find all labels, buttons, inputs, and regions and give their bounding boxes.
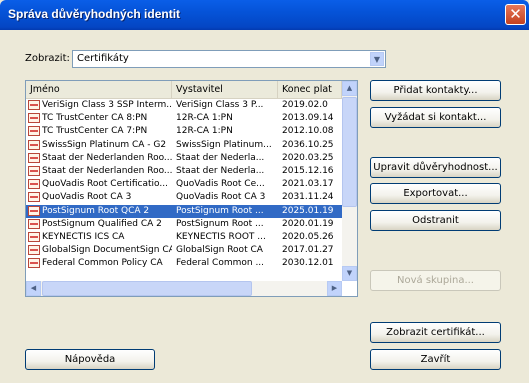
- certificate-icon: [28, 152, 40, 163]
- table-row[interactable]: TC TrustCenter CA 7:PN 12R-CA 1:PN 2012.10…: [26, 125, 342, 138]
- row-issuer: PostSignum Root ...: [176, 205, 264, 216]
- row-name: QuoVadis Root Certificatio...: [42, 179, 168, 190]
- table-row[interactable]: SwissSign Platinum CA - G2 SwissSign Plat…: [26, 139, 342, 152]
- row-name: SwissSign Platinum CA - G2: [42, 139, 167, 150]
- table-row[interactable]: QuoVadis Root CA 3 QuoVadis Root CA 3 2031…: [26, 191, 342, 204]
- horizontal-scroll-thumb[interactable]: [42, 281, 252, 296]
- row-issuer: KEYNECTIS ROOT ...: [176, 232, 266, 242]
- row-name: PostSignum Root QCA 2: [42, 205, 150, 216]
- certificate-icon: [28, 205, 40, 216]
- chevron-down-icon[interactable]: ▼: [370, 52, 384, 66]
- horizontal-scrollbar[interactable]: ◀ ▶: [26, 281, 342, 296]
- certificate-icon: [28, 179, 40, 190]
- row-issuer: VeriSign Class 3 P...: [176, 100, 264, 110]
- certificate-icon: [28, 192, 40, 203]
- row-expires: 2019.02.0: [282, 100, 328, 110]
- show-certificate-button[interactable]: Zobrazit certifikát...: [370, 322, 501, 343]
- row-name: QuoVadis Root CA 3: [42, 192, 132, 203]
- export-button[interactable]: Exportovat...: [370, 183, 501, 204]
- row-expires: 2020.03.25: [282, 152, 334, 163]
- vertical-scroll-thumb[interactable]: [342, 97, 357, 207]
- request-contact-button[interactable]: Vyžádat si kontakt...: [370, 107, 501, 128]
- close-window-button[interactable]: ✕: [505, 4, 526, 25]
- row-expires: 2025.01.19: [282, 205, 334, 216]
- table-row[interactable]: Staat der Nederlanden Roo... Staat der Ne…: [26, 152, 342, 165]
- certificate-icon: [28, 258, 40, 269]
- row-expires: 2017.01.27: [282, 245, 334, 256]
- row-name: Staat der Nederlanden Roo...: [42, 152, 172, 163]
- row-expires: 2020.01.19: [282, 218, 334, 229]
- row-issuer: SwissSign Platinum...: [176, 139, 272, 150]
- filter-label: Zobrazit:: [25, 53, 70, 64]
- column-header-expiry[interactable]: Konec plat: [278, 81, 342, 98]
- row-name: PostSignum Qualified CA 2: [42, 218, 162, 229]
- title-bar[interactable]: Správa důvěryhodných identit ✕: [0, 0, 529, 30]
- row-expires: 2021.03.17: [282, 179, 334, 190]
- close-button[interactable]: Zavřít: [370, 349, 501, 370]
- certificate-icon: [28, 139, 40, 150]
- certificate-icon: [28, 218, 40, 229]
- table-row[interactable]: QuoVadis Root Certificatio... QuoVadis Ro…: [26, 178, 342, 191]
- row-expires: 2012.10.08: [282, 126, 334, 137]
- table-row[interactable]: Staat der Nederlanden Roo... Staat der Ne…: [26, 165, 342, 178]
- table-row[interactable]: KEYNECTIS ICS CA KEYNECTIS ROOT ... 2020.0…: [26, 231, 342, 244]
- scroll-right-icon[interactable]: ▶: [327, 281, 342, 296]
- add-contacts-button[interactable]: Přidat kontakty...: [370, 80, 501, 101]
- row-expires: 2031.11.24: [282, 192, 334, 203]
- row-name: Staat der Nederlanden Roo...: [42, 166, 172, 176]
- table-row[interactable]: PostSignum Qualified CA 2 PostSignum Root…: [26, 218, 342, 231]
- edit-trust-button[interactable]: Upravit důvěryhodnost...: [370, 157, 501, 178]
- row-issuer: QuoVadis Root Ce...: [176, 179, 265, 190]
- certificate-icon: [28, 100, 40, 110]
- certificate-icon: [28, 245, 40, 256]
- row-name: TC TrustCenter CA 8:PN: [42, 113, 148, 124]
- scroll-up-icon[interactable]: ▲: [342, 81, 357, 96]
- row-name: Federal Common Policy CA: [42, 258, 163, 269]
- certificate-icon: [28, 166, 40, 176]
- filter-value: Certifikáty: [77, 53, 129, 64]
- row-issuer: QuoVadis Root CA 3: [176, 192, 266, 203]
- row-name: VeriSign Class 3 SSP Interm...: [42, 100, 172, 110]
- row-issuer: 12R-CA 1:PN: [176, 126, 233, 137]
- column-header-issuer[interactable]: Vystavitel: [172, 81, 278, 98]
- row-expires: 2036.10.25: [282, 139, 334, 150]
- trusted-identities-dialog: Správa důvěryhodných identit ✕ Zobrazit:…: [0, 0, 529, 383]
- window-title: Správa důvěryhodných identit: [8, 7, 181, 21]
- row-expires: 2015.12.16: [282, 166, 334, 176]
- table-row[interactable]: GlobalSign DocumentSign CA GlobalSign Roo…: [26, 244, 342, 257]
- row-name: GlobalSign DocumentSign CA: [42, 245, 172, 256]
- scroll-left-icon[interactable]: ◀: [26, 281, 41, 296]
- column-header-name[interactable]: Jméno: [26, 81, 172, 98]
- row-expires: 2013.09.14: [282, 113, 334, 124]
- certificate-icon: [28, 126, 40, 137]
- vertical-scrollbar[interactable]: ▲ ▼: [342, 81, 357, 281]
- row-issuer: GlobalSign Root CA: [176, 245, 263, 256]
- row-expires: 2030.12.01: [282, 258, 334, 269]
- help-button[interactable]: Nápověda: [25, 349, 155, 370]
- row-issuer: Federal Common ...: [176, 258, 265, 269]
- certificate-icon: [28, 232, 40, 242]
- row-expires: 2020.05.26: [282, 232, 334, 242]
- table-row[interactable]: Federal Common Policy CA Federal Common .…: [26, 257, 342, 270]
- table-row[interactable]: VeriSign Class 3 SSP Interm... VeriSign C…: [26, 99, 342, 112]
- row-issuer: 12R-CA 1:PN: [176, 113, 233, 124]
- certificate-list[interactable]: Jméno Vystavitel Konec plat VeriSign Cla…: [25, 80, 358, 297]
- list-header: Jméno Vystavitel Konec plat: [26, 81, 357, 99]
- certificate-icon: [28, 113, 40, 124]
- table-row[interactable]: PostSignum Root QCA 2 PostSignum Root ...…: [26, 204, 342, 218]
- scroll-down-icon[interactable]: ▼: [342, 266, 357, 281]
- remove-button[interactable]: Odstranit: [370, 210, 501, 231]
- row-issuer: PostSignum Root ...: [176, 218, 264, 229]
- row-issuer: Staat der Nederla...: [176, 152, 265, 163]
- row-issuer: Staat der Nederla...: [176, 166, 265, 176]
- table-row[interactable]: TC TrustCenter CA 8:PN 12R-CA 1:PN 2013.09…: [26, 112, 342, 125]
- row-name: TC TrustCenter CA 7:PN: [42, 126, 148, 137]
- row-name: KEYNECTIS ICS CA: [42, 232, 125, 242]
- new-group-button: Nová skupina...: [370, 270, 501, 291]
- filter-dropdown[interactable]: Certifikáty ▼: [72, 50, 386, 68]
